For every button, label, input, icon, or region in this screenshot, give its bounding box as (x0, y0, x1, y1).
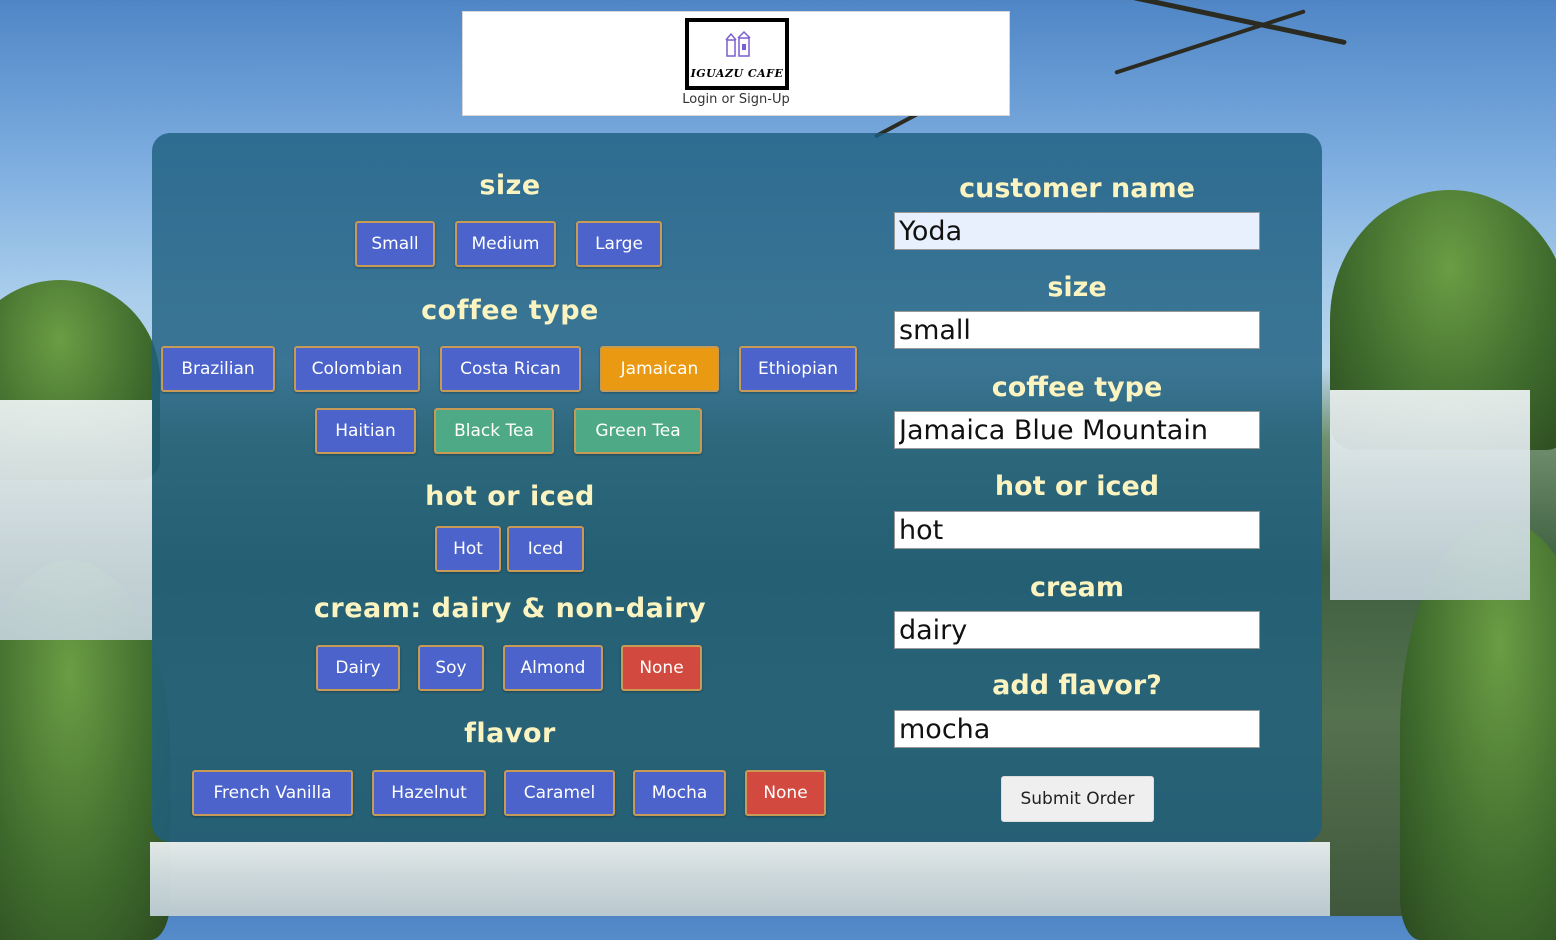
header-card: IGUAZU CAFE Login or Sign-Up (462, 11, 1010, 116)
iced-button[interactable]: Iced (507, 526, 584, 572)
cream-almond-button[interactable]: Almond (503, 645, 603, 691)
hot-button[interactable]: Hot (435, 526, 501, 572)
flavor-hazelnut-button[interactable]: Hazelnut (372, 770, 486, 816)
green-tea-button[interactable]: Green Tea (574, 408, 702, 454)
cafe-logo[interactable]: IGUAZU CAFE (685, 18, 789, 90)
flavor-none-button[interactable]: None (745, 770, 826, 816)
flavor-french-vanilla-button[interactable]: French Vanilla (192, 770, 353, 816)
customer-name-label: customer name (959, 173, 1195, 204)
customer-name-input[interactable] (894, 212, 1260, 250)
flavor-title: flavor (464, 718, 556, 749)
coffee-haitian-button[interactable]: Haitian (315, 408, 416, 454)
order-flavor-input[interactable] (894, 710, 1260, 748)
size-title: size (479, 170, 541, 201)
cream-dairy-button[interactable]: Dairy (316, 645, 400, 691)
size-small-button[interactable]: Small (355, 221, 435, 267)
order-coffee-type-input[interactable] (894, 411, 1260, 449)
order-size-input[interactable] (894, 311, 1260, 349)
logo-text: IGUAZU CAFE (690, 67, 784, 80)
flavor-caramel-button[interactable]: Caramel (504, 770, 615, 816)
order-hot-iced-label: hot or iced (994, 471, 1160, 502)
coffee-ethiopian-button[interactable]: Ethiopian (739, 346, 857, 392)
order-flavor-label: add flavor? (992, 670, 1162, 701)
coffee-type-title: coffee type (421, 295, 599, 326)
order-cream-input[interactable] (894, 611, 1260, 649)
coffee-colombian-button[interactable]: Colombian (294, 346, 420, 392)
coffee-brazilian-button[interactable]: Brazilian (161, 346, 275, 392)
order-cream-label: cream (1030, 572, 1124, 603)
order-hot-iced-input[interactable] (894, 511, 1260, 549)
size-large-button[interactable]: Large (576, 221, 662, 267)
size-medium-button[interactable]: Medium (455, 221, 556, 267)
black-tea-button[interactable]: Black Tea (434, 408, 554, 454)
coffee-jamaican-button[interactable]: Jamaican (600, 346, 719, 392)
cream-none-button[interactable]: None (621, 645, 702, 691)
cream-title: cream: dairy & non-dairy (313, 593, 707, 624)
submit-order-button[interactable]: Submit Order (1001, 776, 1154, 822)
flavor-mocha-button[interactable]: Mocha (633, 770, 726, 816)
cafe-building-icon (725, 30, 751, 57)
login-signup-link[interactable]: Login or Sign-Up (463, 92, 1009, 107)
order-coffee-type-label: coffee type (991, 372, 1163, 403)
hot-or-iced-title: hot or iced (425, 481, 595, 512)
order-size-label: size (1047, 272, 1107, 303)
coffee-costa-rican-button[interactable]: Costa Rican (440, 346, 581, 392)
cream-soy-button[interactable]: Soy (418, 645, 484, 691)
